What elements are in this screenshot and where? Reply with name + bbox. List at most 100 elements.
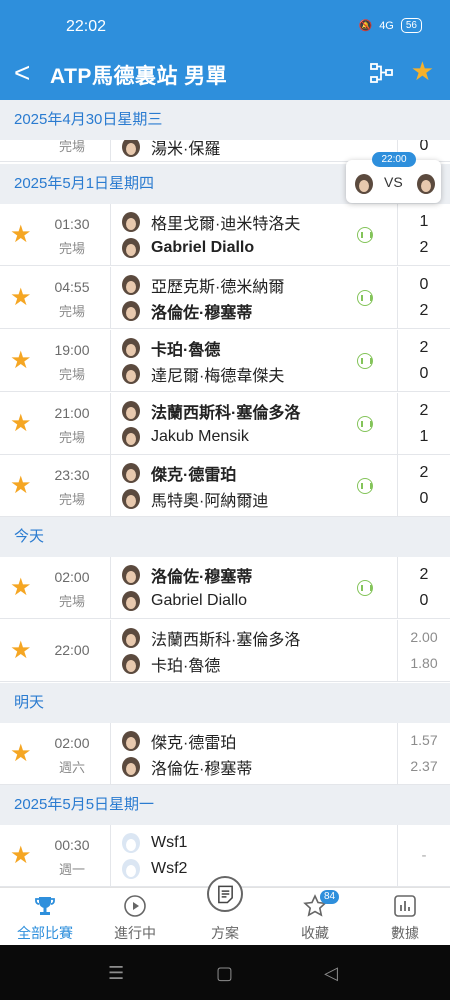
star-icon[interactable]: ★ bbox=[10, 409, 32, 438]
player-name: 法蘭西斯科·塞倫多洛 bbox=[151, 405, 301, 422]
player-name: 法蘭西斯科·塞倫多洛 bbox=[151, 632, 301, 649]
tab-label: 全部比賽 bbox=[17, 925, 73, 941]
star-icon[interactable]: ★ bbox=[10, 346, 32, 375]
odds-value: 2.37 bbox=[410, 758, 438, 774]
player-avatar bbox=[122, 859, 140, 879]
match-row[interactable]: ★ 04:55 完場 亞歷克斯·德米納爾 洛倫佐·穆塞蒂 0 2 bbox=[0, 267, 450, 329]
status-bar: 22:02 🔕 4G 56 bbox=[0, 0, 450, 56]
app-header: < ATP馬德裏站 男單 ★ bbox=[0, 56, 450, 94]
stats-icon[interactable] bbox=[357, 580, 373, 596]
tab-label: 數據 bbox=[391, 925, 419, 941]
player-avatar bbox=[122, 591, 140, 611]
player-avatar bbox=[122, 364, 140, 384]
player-avatar bbox=[122, 137, 140, 157]
system-nav-bar: ☰ ▢ ◁ bbox=[0, 945, 450, 1000]
tab-favorites[interactable]: 84 收藏 bbox=[270, 888, 360, 946]
player-name: Jakub Mensik bbox=[151, 428, 249, 445]
tab-label: 收藏 bbox=[301, 925, 329, 941]
match-time: 21:00 bbox=[54, 405, 90, 421]
favorites-count-badge: 84 bbox=[320, 890, 340, 904]
battery-icon: 56 bbox=[400, 18, 422, 33]
player-avatar bbox=[122, 654, 140, 674]
match-row[interactable]: ★ 22:00 法蘭西斯科·塞倫多洛 卡珀·魯德 2.00 1.80 bbox=[0, 620, 450, 682]
date-header: 明天 bbox=[0, 683, 450, 723]
back-triangle-icon[interactable]: ◁ bbox=[324, 963, 338, 984]
player-name: Wsf2 bbox=[151, 860, 188, 877]
stats-icon[interactable] bbox=[357, 416, 373, 432]
match-row[interactable]: ★ 01:30 完場 格里戈爾·迪米特洛夫 Gabriel Diallo 1 2 bbox=[0, 204, 450, 266]
player-avatar bbox=[122, 489, 140, 509]
match-time: 04:55 bbox=[54, 279, 90, 295]
menu-icon[interactable]: ☰ bbox=[108, 963, 124, 984]
home-icon[interactable]: ▢ bbox=[216, 963, 233, 984]
match-row[interactable]: ★ 02:00 週六 傑克·德雷珀 洛倫佐·穆塞蒂 1.57 2.37 bbox=[0, 723, 450, 785]
stats-icon[interactable] bbox=[357, 290, 373, 306]
match-time: 19:00 bbox=[54, 342, 90, 358]
stats-icon[interactable] bbox=[357, 353, 373, 369]
player-avatar bbox=[122, 427, 140, 447]
star-icon[interactable]: ★ bbox=[10, 220, 32, 249]
stats-icon[interactable] bbox=[357, 478, 373, 494]
back-icon[interactable]: < bbox=[14, 58, 34, 88]
top-bar: 22:02 🔕 4G 56 < ATP馬德裏站 男單 ★ bbox=[0, 0, 450, 100]
signal-icon: 4G bbox=[379, 19, 394, 32]
bracket-icon[interactable] bbox=[370, 62, 394, 84]
match-time: 01:30 bbox=[54, 216, 90, 232]
star-icon[interactable]: ★ bbox=[10, 841, 32, 870]
player-avatar bbox=[122, 238, 140, 258]
tab-label: 方案 bbox=[211, 925, 239, 941]
player-avatar bbox=[122, 401, 140, 421]
tab-data[interactable]: 數據 bbox=[360, 888, 450, 946]
tab-all-matches[interactable]: 全部比賽 bbox=[0, 888, 90, 946]
player-avatar bbox=[122, 731, 140, 751]
match-list[interactable]: ★ 完場 湯米·保羅 0 2025年4月30日星期三 2025年5月1日星期四 … bbox=[0, 100, 450, 887]
player-name: 洛倫佐·穆塞蒂 bbox=[151, 305, 253, 322]
player-score: 2 bbox=[419, 464, 429, 481]
odds-value: 1.57 bbox=[410, 732, 438, 748]
player-avatar bbox=[122, 338, 140, 358]
favorite-star-icon[interactable]: ★ bbox=[411, 56, 434, 87]
star-icon[interactable]: ★ bbox=[10, 739, 32, 768]
match-row[interactable]: ★ 02:00 完場 洛倫佐·穆塞蒂 Gabriel Diallo 2 0 bbox=[0, 557, 450, 619]
match-row[interactable]: ★ 23:30 完場 傑克·德雷珀 馬特奧·阿納爾迪 2 0 bbox=[0, 455, 450, 517]
vs-label: VS bbox=[384, 174, 403, 190]
match-status: 完場 bbox=[58, 594, 85, 609]
star-icon[interactable]: ★ bbox=[10, 471, 32, 500]
trophy-icon bbox=[35, 897, 55, 915]
star-icon[interactable]: ★ bbox=[10, 573, 32, 602]
player-name: Gabriel Diallo bbox=[151, 592, 248, 609]
match-time: 00:30 bbox=[54, 837, 90, 853]
tab-plan[interactable]: 方案 bbox=[180, 876, 270, 946]
match-time: 02:00 bbox=[54, 569, 90, 585]
player-score: 0 bbox=[419, 365, 429, 382]
match-weekday: 週一 bbox=[58, 862, 85, 877]
player-score: 1 bbox=[419, 428, 429, 445]
star-icon[interactable]: ★ bbox=[10, 636, 32, 665]
date-header: 今天 bbox=[0, 517, 450, 557]
match-status: 完場 bbox=[58, 492, 85, 507]
status-time: 22:02 bbox=[66, 18, 107, 35]
player-avatar bbox=[355, 174, 373, 194]
odds-value: 2.00 bbox=[410, 629, 438, 645]
tab-label: 進行中 bbox=[114, 925, 156, 941]
player-avatar bbox=[122, 301, 140, 321]
bar-chart-icon bbox=[394, 895, 416, 917]
player-avatar bbox=[122, 463, 140, 483]
player-score: 2 bbox=[419, 239, 429, 256]
tab-live[interactable]: 進行中 bbox=[90, 888, 180, 946]
bottom-nav: 全部比賽 進行中 方案 84 收藏 數據 bbox=[0, 876, 450, 946]
page-title: ATP馬德裏站 男單 bbox=[50, 65, 228, 88]
player-name: Wsf1 bbox=[151, 834, 188, 851]
odds-placeholder: - bbox=[421, 847, 427, 864]
match-row[interactable]: ★ 21:00 完場 法蘭西斯科·塞倫多洛 Jakub Mensik 2 1 bbox=[0, 393, 450, 455]
star-icon[interactable]: ★ bbox=[10, 283, 32, 312]
stats-icon[interactable] bbox=[357, 227, 373, 243]
date-header: 2025年5月5日星期一 bbox=[0, 785, 450, 825]
player-score: 1 bbox=[419, 213, 429, 230]
player-name: Gabriel Diallo bbox=[151, 239, 255, 256]
player-name: 傑克·德雷珀 bbox=[151, 467, 237, 484]
live-vs-card[interactable]: 22:00 VS bbox=[346, 152, 441, 203]
match-row[interactable]: ★ 19:00 完場 卡珀·魯德 達尼爾·梅德韋傑夫 2 0 bbox=[0, 330, 450, 392]
match-time-badge: 22:00 bbox=[372, 152, 416, 167]
player-avatar bbox=[122, 833, 140, 853]
